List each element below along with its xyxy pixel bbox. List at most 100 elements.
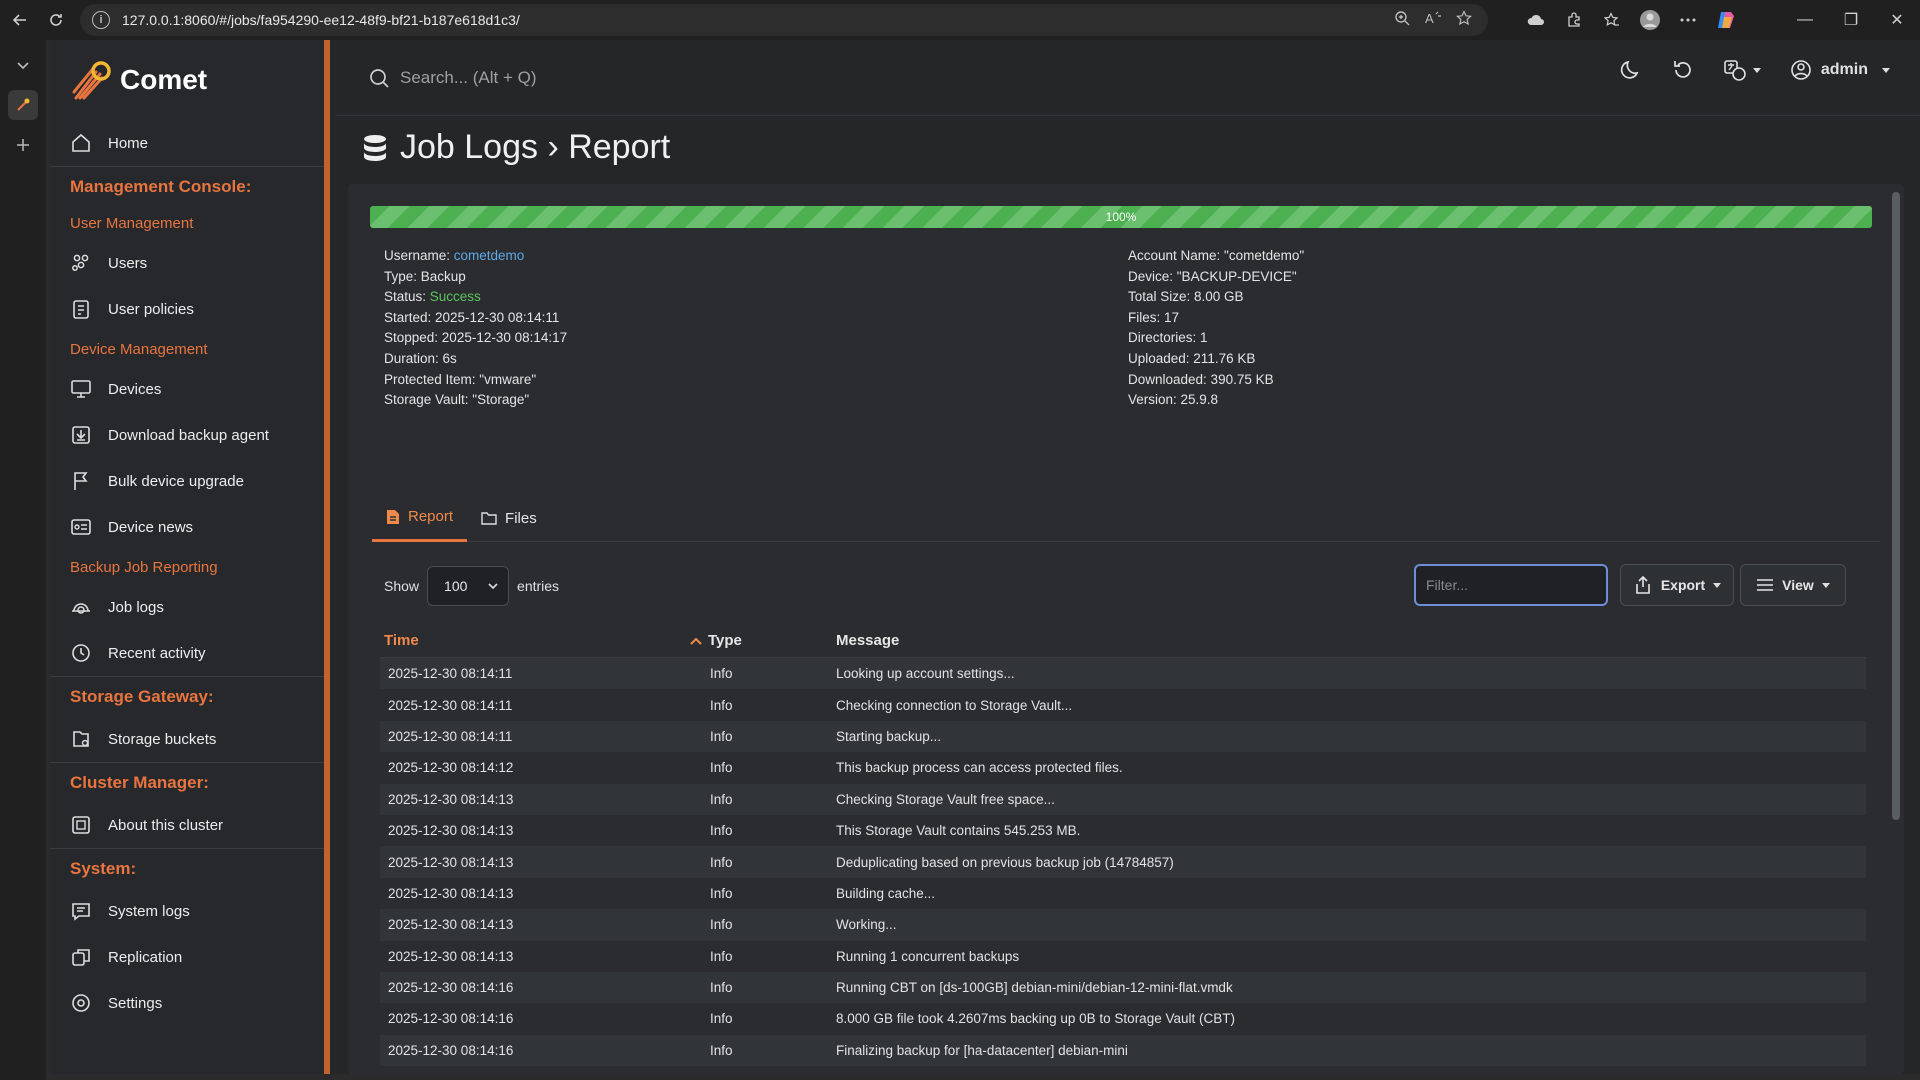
table-row: 2025-12-30 08:14:13 Info This Storage Vaul… (380, 815, 1866, 846)
app-window: Comet Home Management Console: User Mana… (50, 40, 1920, 1074)
export-label: Export (1660, 577, 1706, 593)
site-info-icon[interactable]: i (92, 11, 110, 29)
entries-select[interactable]: 100 (427, 566, 510, 606)
cell-type: Info (710, 760, 733, 776)
brand-name: Comet (120, 64, 208, 95)
cell-type: Info (710, 948, 733, 964)
panel-scrollbar[interactable] (1892, 192, 1900, 820)
system-logs-icon (72, 903, 90, 921)
summary-row: Type: Backup (384, 267, 567, 288)
sidebar-item-label: Home (108, 134, 149, 152)
sidebar-item-system-logs[interactable]: System logs (50, 888, 324, 934)
tab-files[interactable]: Files (467, 494, 551, 542)
address-bar[interactable]: i 127.0.0.1:8060/#/jobs/fa954290-ee12-48… (80, 4, 1488, 36)
summary-row: Version: 25.9.8 (1128, 392, 1219, 408)
sidebar-item-device-news[interactable]: Device news (50, 504, 324, 550)
sidebar-item-recent-activity[interactable]: Recent activity (50, 630, 324, 676)
sidebar-item-bulk-device-upgrade[interactable]: Bulk device upgrade (50, 458, 324, 504)
entries-label: entries (517, 578, 560, 594)
view-label: View (1782, 577, 1814, 593)
subsection-user-management: User Management (70, 214, 194, 232)
cluster-icon (72, 816, 90, 834)
filter-input[interactable]: Filter... (1414, 564, 1608, 606)
summary-row: Started: 2025-12-30 08:14:11 (384, 308, 567, 329)
page-title: Job Logs › Report (362, 128, 670, 167)
reload-icon[interactable] (40, 4, 72, 36)
sidebar-item-job-logs[interactable]: Job logs (50, 584, 324, 630)
sidebar-item-label: System logs (108, 902, 190, 920)
job-summary-left: Username: cometdemo Type: Backup Status: S… (384, 246, 567, 411)
section-system: System: (50, 848, 324, 888)
sidebar-item-label: Settings (108, 994, 163, 1012)
section-cluster-manager: Cluster Manager: (50, 762, 324, 802)
cell-type: Info (710, 823, 733, 839)
language-menu[interactable] (1723, 58, 1761, 82)
sidebar-item-about-this-cluster[interactable]: About this cluster (50, 802, 324, 848)
cell-message: Deduplicating based on previous backup j… (836, 854, 1174, 870)
summary-label: Protected Item: "vmware" (384, 371, 537, 387)
close-icon[interactable]: ✕ (1874, 0, 1920, 40)
summary-row: Uploaded: 211.76 KB (1128, 350, 1256, 366)
extensions-icon[interactable] (1558, 4, 1590, 36)
table-row: 2025-12-30 08:14:12 Info This backup proce… (380, 752, 1866, 783)
more-icon[interactable] (1672, 4, 1704, 36)
cell-message: Running CBT on [ds-100GB] debian-mini/de… (836, 980, 1233, 996)
column-header-type[interactable]: Type (690, 632, 836, 649)
sidebar-item-label: Job logs (108, 598, 164, 616)
table-row: 2025-12-30 08:14:13 Info Deduplicating bas… (380, 846, 1866, 878)
cell-time: 2025-12-30 08:14:13 (388, 791, 514, 807)
summary-row: Status: Success (384, 287, 567, 308)
profile-avatar[interactable] (1634, 4, 1666, 36)
favorite-star-icon[interactable] (1456, 10, 1472, 26)
top-bar: Search... (Alt + Q) admin (336, 40, 1920, 116)
cell-message: Building cache... (836, 885, 936, 901)
sidebar-item-home[interactable]: Home (50, 120, 324, 166)
column-header-message[interactable]: Message (836, 632, 1866, 649)
view-button[interactable]: View (1740, 564, 1846, 606)
users-icon (72, 254, 89, 271)
menu-icon (1757, 579, 1774, 591)
dark-mode-toggle[interactable] (1619, 58, 1643, 82)
replication-icon (72, 949, 90, 966)
tab-report[interactable]: Report (372, 494, 468, 542)
favorites-icon[interactable] (1596, 4, 1628, 36)
new-tab-icon[interactable] (8, 130, 38, 160)
cell-time: 2025-12-30 08:14:13 (388, 948, 514, 964)
sidebar-item-settings[interactable]: Settings (50, 980, 324, 1026)
summary-row: Duration: 6s (384, 349, 567, 370)
column-header-time[interactable]: Time (380, 632, 690, 649)
sidebar-item-replication[interactable]: Replication (50, 934, 324, 980)
filter-placeholder: Filter... (1426, 577, 1469, 593)
sidebar-item-download-backup-agent[interactable]: Download backup agent (50, 412, 324, 458)
zoom-icon[interactable] (1394, 10, 1410, 26)
table-row: 2025-12-30 08:14:13 Info Running 1 concurr… (380, 941, 1866, 972)
back-icon[interactable] (4, 4, 36, 36)
sidebar-item-devices[interactable]: Devices (50, 366, 324, 412)
brand-logo[interactable]: Comet (50, 40, 324, 120)
cell-time: 2025-12-30 08:14:13 (388, 917, 514, 933)
username-link[interactable]: cometdemo (454, 248, 525, 263)
tab-list-chevron-icon[interactable] (8, 50, 38, 80)
sidebar: Comet Home Management Console: User Mana… (50, 40, 330, 1074)
table-row: 2025-12-30 08:14:16 Info Finalizing backup… (380, 1034, 1866, 1067)
refresh-button[interactable] (1671, 58, 1695, 82)
copilot-icon[interactable] (1710, 4, 1742, 36)
user-menu[interactable]: admin (1789, 58, 1890, 82)
sidebar-item-storage-buckets[interactable]: Storage buckets (50, 716, 324, 762)
read-aloud-icon[interactable]: A (1424, 10, 1442, 26)
global-search[interactable]: Search... (Alt + Q) (368, 67, 537, 89)
tab-comet[interactable] (8, 90, 38, 120)
sidebar-item-label: Bulk device upgrade (108, 472, 244, 490)
entries-select-value: 100 (444, 578, 468, 594)
cloud-icon[interactable] (1520, 4, 1552, 36)
report-panel: 100% Username: cometdemo Type: Backup Stat… (348, 184, 1904, 1074)
sidebar-item-user-policies[interactable]: User policies (50, 286, 324, 332)
sidebar-item-users[interactable]: Users (50, 240, 324, 286)
cell-message: Checking Storage Vault free space... (836, 791, 1055, 807)
minimize-icon[interactable]: — (1782, 0, 1828, 40)
restore-icon[interactable]: ❐ (1828, 0, 1874, 40)
sidebar-item-label: User policies (108, 300, 194, 318)
export-button[interactable]: Export (1620, 564, 1734, 606)
export-icon (1636, 575, 1650, 594)
sidebar-item-label: Recent activity (108, 644, 206, 662)
